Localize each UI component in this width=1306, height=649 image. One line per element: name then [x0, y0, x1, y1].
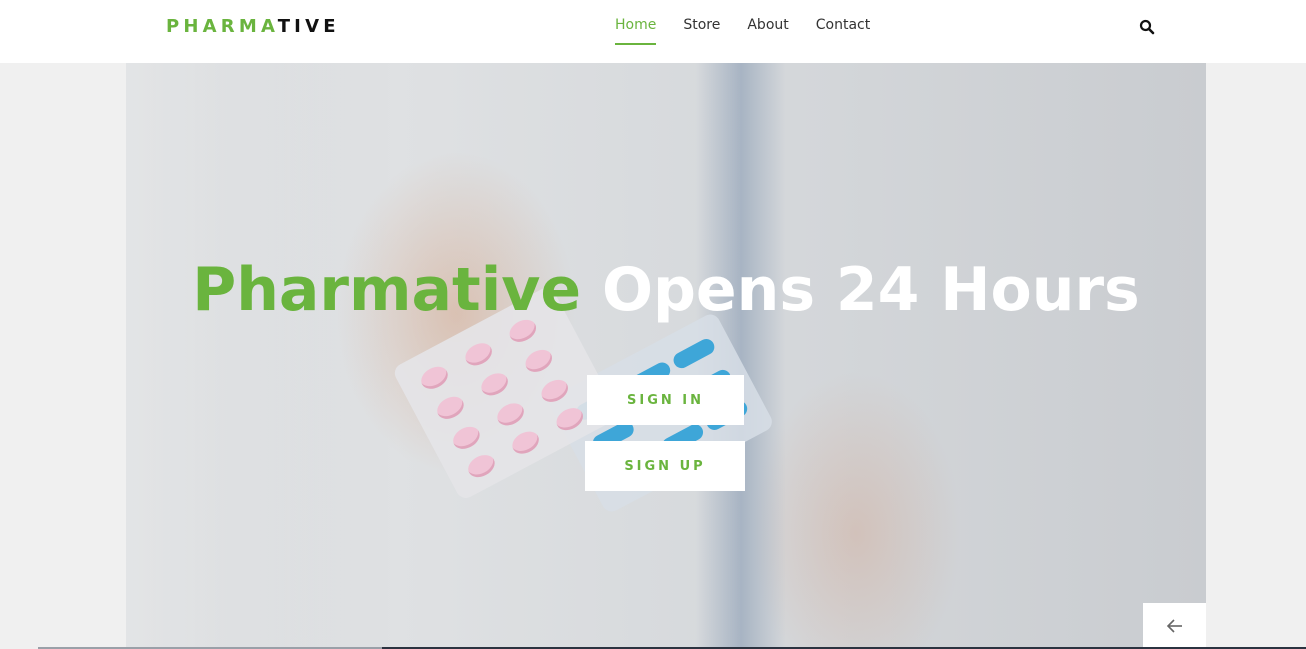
headline-text: Opens 24 Hours	[601, 255, 1140, 325]
headline-brand: Pharmative	[192, 255, 582, 325]
hero-headline: Pharmative Opens 24 Hours	[126, 255, 1206, 325]
sign-in-button[interactable]: SIGN IN	[587, 375, 744, 425]
main-nav: Home Store About Contact	[615, 17, 870, 45]
arrow-left-icon	[1166, 619, 1182, 633]
site-logo[interactable]: PHARMATIVE	[166, 16, 340, 37]
sign-up-button[interactable]: SIGN UP	[585, 441, 745, 491]
logo-part-dark: TIVE	[277, 16, 340, 37]
hero-banner: Pharmative Opens 24 Hours SIGN IN SIGN U…	[126, 63, 1206, 649]
logo-part-green: PHARMA	[166, 16, 278, 37]
slider-prev-button[interactable]	[1143, 603, 1206, 649]
hero-background-coat	[126, 63, 386, 649]
site-header: PHARMATIVE Home Store About Contact	[0, 0, 1306, 63]
nav-item-store[interactable]: Store	[683, 17, 720, 45]
nav-item-about[interactable]: About	[747, 17, 788, 45]
nav-item-home[interactable]: Home	[615, 17, 657, 45]
search-icon[interactable]	[1139, 19, 1155, 35]
nav-item-contact[interactable]: Contact	[816, 17, 870, 45]
